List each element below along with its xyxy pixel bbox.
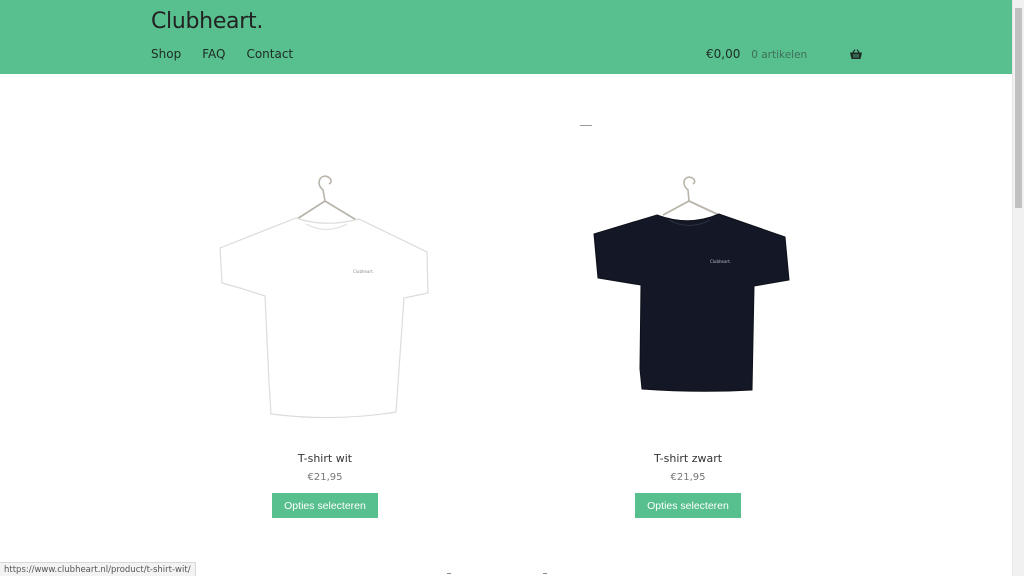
- site-logo[interactable]: Clubheart.: [151, 9, 263, 34]
- select-options-button[interactable]: Opties selecteren: [635, 493, 741, 518]
- scrollbar-thumb[interactable]: [1015, 8, 1022, 208]
- cart-count: 0 artikelen: [751, 49, 808, 61]
- nav-contact[interactable]: Contact: [246, 47, 293, 61]
- svg-text:Clubheart.: Clubheart.: [710, 259, 731, 264]
- svg-text:Clubheart.: Clubheart.: [353, 269, 374, 274]
- product-title[interactable]: T-shirt wit: [205, 452, 445, 465]
- browser-status-url: https://www.clubheart.nl/product/t-shirt…: [0, 562, 196, 576]
- decorative-line: [580, 125, 592, 126]
- product-price: €21,95: [307, 472, 343, 483]
- select-options-button[interactable]: Opties selecteren: [272, 493, 378, 518]
- vertical-scrollbar[interactable]: [1012, 0, 1024, 576]
- cart-summary[interactable]: €0,00 0 artikelen: [706, 47, 862, 65]
- shopping-basket-icon[interactable]: [850, 49, 862, 59]
- nav-faq[interactable]: FAQ: [202, 47, 225, 61]
- partial-next-row: [447, 573, 547, 575]
- product-price: €21,95: [670, 472, 706, 483]
- browser-viewport: Clubheart. Shop FAQ Contact €0,00 0 arti…: [0, 0, 1024, 576]
- product-card-black-shirt[interactable]: Clubheart. T-shirt zwart €21,95 Opties s…: [568, 170, 808, 518]
- cart-total: €0,00: [706, 47, 741, 61]
- product-title[interactable]: T-shirt zwart: [568, 452, 808, 465]
- black-tshirt-image[interactable]: Clubheart.: [568, 170, 808, 430]
- site-header: Clubheart. Shop FAQ Contact €0,00 0 arti…: [0, 0, 1013, 74]
- product-card-white-shirt[interactable]: Clubheart. T-shirt wit €21,95 Opties sel…: [205, 170, 445, 518]
- main-navigation: Shop FAQ Contact: [151, 47, 293, 61]
- white-tshirt-image[interactable]: Clubheart.: [205, 170, 445, 430]
- nav-shop[interactable]: Shop: [151, 47, 181, 61]
